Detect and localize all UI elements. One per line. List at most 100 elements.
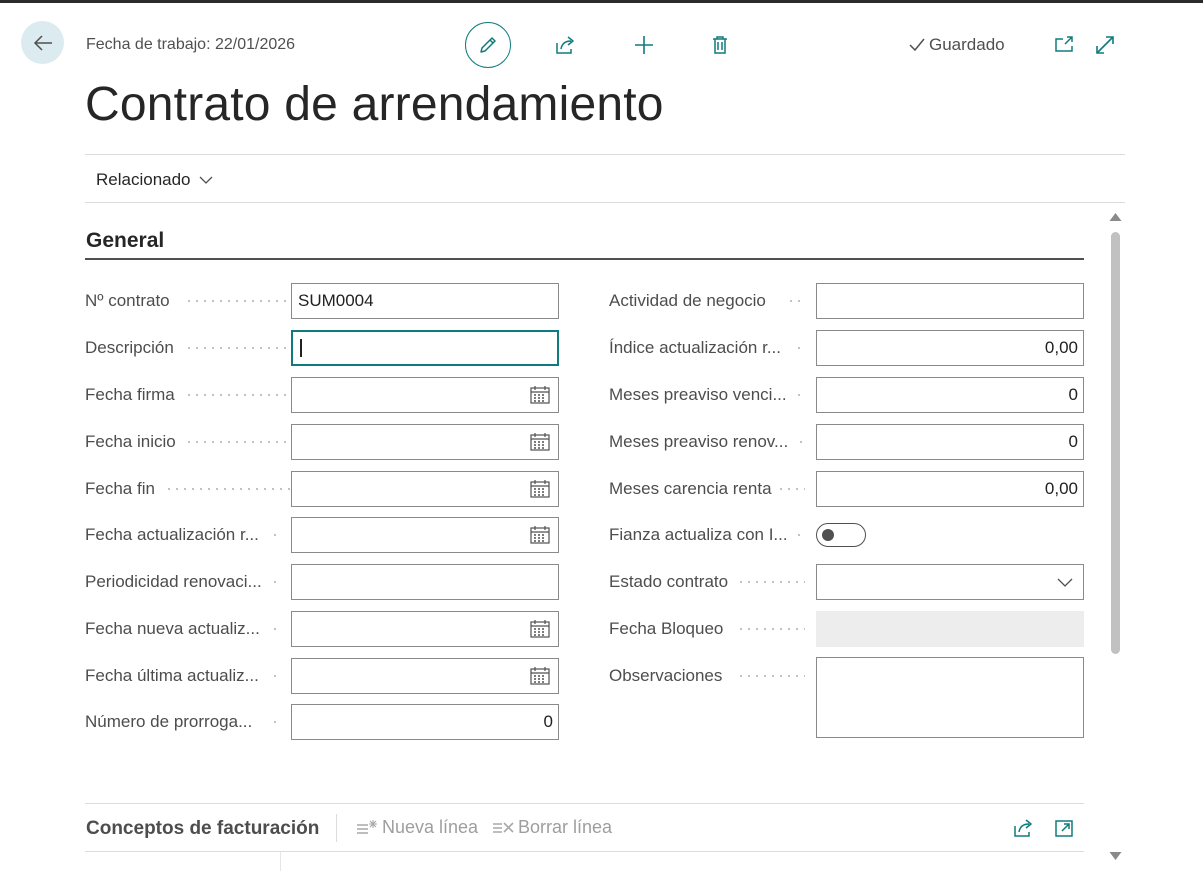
related-menu[interactable]: Relacionado [96,170,213,190]
dot-leader [271,721,281,723]
scroll-up-arrow-icon[interactable] [1109,212,1122,222]
field-row-expiry-notice-months: Meses preaviso venci... 0 [609,377,1084,413]
field-label: Fecha última actualiz... [85,666,259,685]
back-button[interactable] [21,21,64,64]
rent-update-date-input[interactable] [291,517,559,553]
field-row-next-update-date: Fecha nueva actualiz... [85,611,559,647]
description-input[interactable] [291,330,559,366]
extensions-input[interactable]: 0 [291,704,559,740]
new-button[interactable] [621,22,667,68]
field-row-rent-update-date: Fecha actualización r... [85,517,559,553]
new-line-label: Nueva línea [382,817,479,837]
business-activity-input[interactable] [816,283,1084,319]
renewal-notice-months-input[interactable]: 0 [816,424,1084,460]
field-row-block-date: Fecha Bloqueo [609,611,1084,647]
popout-icon [1055,820,1073,837]
toggle-knob [822,529,834,541]
dot-leader [777,488,805,490]
dot-leader [737,628,805,630]
expand-button[interactable] [1083,22,1127,68]
field-row-renewal-notice-months: Meses preaviso renov... 0 [609,424,1084,460]
field-row-extensions: Número de prorroga... 0 [85,704,559,740]
field-label: Meses preaviso venci... [609,385,787,404]
subpage-title[interactable]: Conceptos de facturación [86,818,319,840]
field-label: Número de prorroga... [85,712,253,731]
expiry-notice-months-input[interactable]: 0 [816,377,1084,413]
field-label: Periodicidad renovaci... [85,572,262,591]
next-update-date-input[interactable] [291,611,559,647]
contract-no-input[interactable]: SUM0004 [291,283,559,319]
field-label: Meses preaviso renov... [609,432,789,451]
field-row-observations: Observaciones [609,657,1084,738]
column-separator [280,852,281,871]
dot-leader [737,581,805,583]
scroll-down-arrow-icon[interactable] [1109,851,1122,861]
contract-status-select[interactable] [816,564,1084,600]
field-label: Fecha nueva actualiz... [85,619,260,638]
observations-textarea[interactable] [816,657,1084,738]
field-label: Estado contrato [609,572,729,591]
calendar-icon[interactable] [530,433,550,451]
field-label: Fianza actualiza con I... [609,525,788,544]
back-arrow-icon [33,34,52,51]
field-label: Fecha fin [85,479,155,498]
new-line-button[interactable]: Nueva línea [356,817,478,838]
calendar-icon[interactable] [530,526,550,544]
popout-icon [1055,36,1073,52]
field-label: Observaciones [609,666,723,685]
subpage-popout-button[interactable] [1051,815,1077,841]
subpage-share-button[interactable] [1010,815,1036,841]
last-update-date-input[interactable] [291,658,559,694]
dot-leader [271,534,281,536]
calendar-icon[interactable] [530,620,550,638]
section-underline [85,258,1084,260]
dot-leader [795,534,805,536]
scrollbar-thumb[interactable] [1111,232,1120,654]
field-row-business-activity: Actividad de negocio [609,283,1084,319]
delete-button[interactable] [697,22,743,68]
field-label: Fecha Bloqueo [609,619,724,638]
field-label: Nº contrato [85,291,170,310]
rent-grace-months-input[interactable]: 0,00 [816,471,1084,507]
update-index-input[interactable]: 0,00 [816,330,1084,366]
field-row-rent-grace-months: Meses carencia renta 0,00 [609,471,1084,507]
share-button[interactable] [542,22,588,68]
end-date-input[interactable] [291,471,559,507]
calendar-icon[interactable] [530,480,550,498]
open-new-window-button[interactable] [1042,22,1086,68]
delete-line-button[interactable]: Borrar línea [492,817,612,838]
dot-leader [787,300,805,302]
field-label: Meses carencia renta [609,479,772,498]
related-menu-label: Relacionado [96,170,191,189]
calendar-icon[interactable] [530,386,550,404]
dot-leader [737,675,805,677]
delete-line-label: Borrar línea [518,817,613,837]
divider [85,803,1084,804]
plus-icon [635,36,653,54]
delete-line-icon [493,821,514,833]
expand-icon [1096,36,1114,54]
text-caret [300,339,302,357]
deposit-update-toggle[interactable] [816,523,866,547]
edit-button[interactable] [465,22,511,68]
field-label: Índice actualización r... [609,338,781,357]
pencil-icon [480,37,496,53]
field-row-renewal-period: Periodicidad renovaci... [85,564,559,600]
start-date-input[interactable] [291,424,559,460]
field-row-start-date: Fecha inicio [85,424,559,460]
signing-date-input[interactable] [291,377,559,413]
page-title: Contrato de arrendamiento [85,78,664,131]
field-row-deposit-update: Fianza actualiza con I... [609,517,1084,553]
dot-leader [797,441,805,443]
renewal-period-input[interactable] [291,564,559,600]
section-title[interactable]: General [86,229,164,253]
new-line-icon [357,819,377,834]
dot-leader [795,394,805,396]
dot-leader [271,581,281,583]
divider [85,851,1084,852]
field-label: Fecha inicio [85,432,176,451]
share-icon [556,36,574,54]
chevron-down-icon [199,176,212,184]
calendar-icon[interactable] [530,667,550,685]
divider [85,202,1125,203]
